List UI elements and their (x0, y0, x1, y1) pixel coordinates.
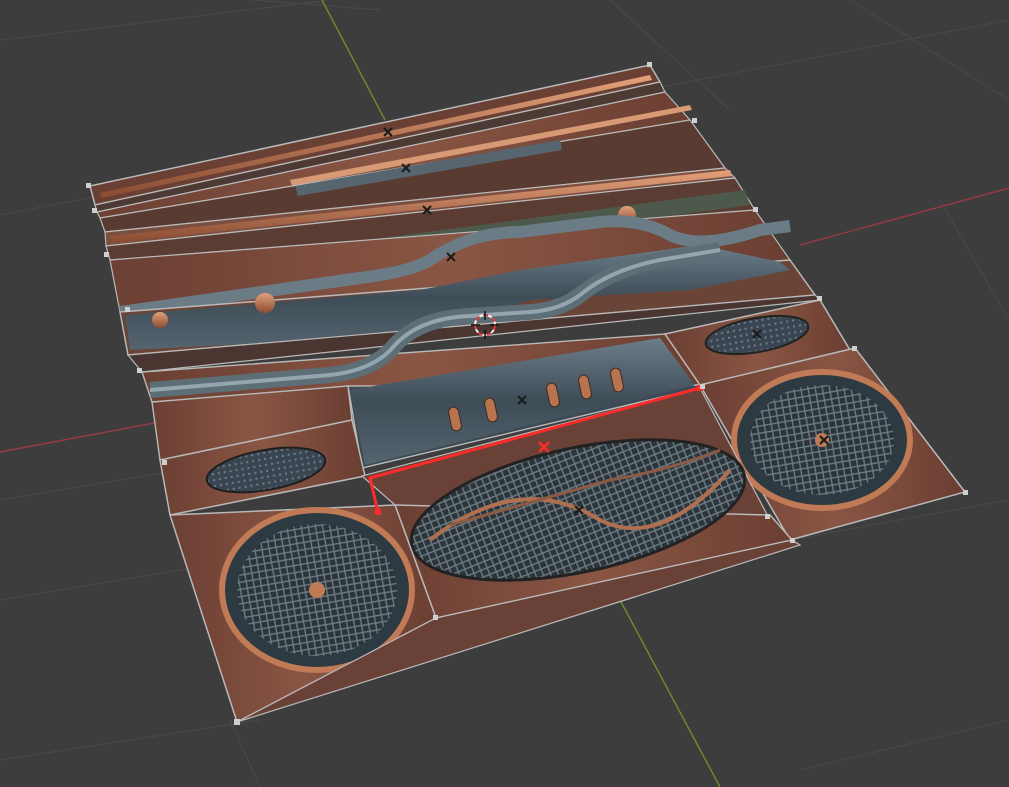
bolt-icon (152, 312, 168, 328)
bolt-icon (255, 293, 275, 313)
x-axis (0, 419, 171, 453)
viewport-canvas[interactable] (0, 0, 1009, 787)
y-axis-lower (619, 599, 721, 787)
y-axis (321, 0, 386, 121)
trim-sheet-mesh[interactable] (89, 64, 967, 724)
3d-viewport[interactable] (0, 0, 1009, 787)
x-axis-right (799, 187, 1009, 246)
